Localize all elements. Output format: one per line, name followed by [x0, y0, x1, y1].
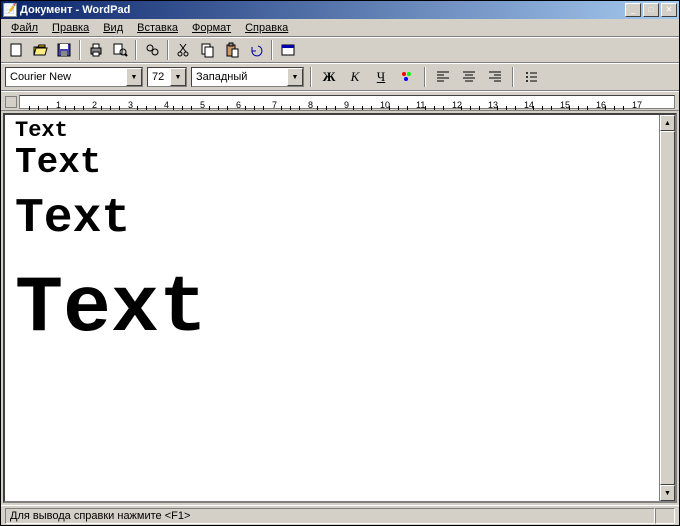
- vertical-scrollbar[interactable]: ▲ ▼: [659, 115, 675, 501]
- text-line-2[interactable]: Text: [15, 143, 649, 183]
- ruler[interactable]: 1234567891011121314151617: [1, 91, 679, 111]
- maximize-button[interactable]: □: [643, 3, 659, 17]
- scroll-down-button[interactable]: ▼: [660, 485, 675, 501]
- status-pane: [655, 508, 675, 524]
- align-center-button[interactable]: [458, 66, 480, 88]
- format-toolbar: Ж К Ч: [1, 63, 679, 91]
- print-preview-button[interactable]: [109, 39, 131, 61]
- menu-help[interactable]: Справка: [239, 21, 294, 35]
- new-button[interactable]: [5, 39, 27, 61]
- text-line-3[interactable]: Text: [15, 193, 649, 246]
- statusbar: Для вывода справки нажмите <F1>: [1, 505, 679, 525]
- menu-edit[interactable]: Правка: [46, 21, 95, 35]
- ruler-mark: 5: [200, 100, 205, 110]
- ruler-mark: 2: [92, 100, 97, 110]
- wordpad-window: Документ - WordPad _ □ ✕ Файл Правка Вид…: [0, 0, 680, 526]
- font-dropdown-button[interactable]: [126, 68, 142, 86]
- menubar: Файл Правка Вид Вставка Формат Справка: [1, 19, 679, 37]
- find-button[interactable]: [141, 39, 163, 61]
- titlebar: Документ - WordPad _ □ ✕: [1, 1, 679, 19]
- text-line-4[interactable]: Text: [15, 266, 649, 354]
- scroll-up-button[interactable]: ▲: [660, 115, 675, 131]
- separator: [512, 67, 514, 87]
- underline-button[interactable]: Ч: [370, 66, 392, 88]
- save-button[interactable]: [53, 39, 75, 61]
- separator: [424, 67, 426, 87]
- ruler-mark: 1: [56, 100, 61, 110]
- undo-button[interactable]: [245, 39, 267, 61]
- menu-view[interactable]: Вид: [97, 21, 129, 35]
- separator: [167, 40, 169, 60]
- separator: [79, 40, 81, 60]
- size-input[interactable]: [148, 68, 170, 86]
- workspace: Text Text Text Text ▲ ▼: [3, 113, 677, 503]
- separator: [271, 40, 273, 60]
- copy-button[interactable]: [197, 39, 219, 61]
- tab-selector[interactable]: [5, 96, 17, 108]
- ruler-track[interactable]: 1234567891011121314151617: [19, 95, 675, 109]
- print-button[interactable]: [85, 39, 107, 61]
- ruler-mark: 11: [416, 100, 425, 110]
- scroll-thumb[interactable]: [660, 131, 675, 485]
- color-button[interactable]: [396, 66, 418, 88]
- scroll-track[interactable]: [660, 131, 675, 485]
- document-area[interactable]: Text Text Text Text: [5, 115, 659, 501]
- ruler-mark: 4: [164, 100, 169, 110]
- paste-button[interactable]: [221, 39, 243, 61]
- bold-button[interactable]: Ж: [318, 66, 340, 88]
- italic-button[interactable]: К: [344, 66, 366, 88]
- script-combo[interactable]: [191, 67, 304, 87]
- font-input[interactable]: [6, 68, 126, 86]
- window-title: Документ - WordPad: [20, 4, 625, 16]
- standard-toolbar: [1, 37, 679, 63]
- size-combo[interactable]: [147, 67, 187, 87]
- ruler-mark: 17: [632, 100, 642, 110]
- separator: [310, 67, 312, 87]
- bullets-button[interactable]: [520, 66, 542, 88]
- script-dropdown-button[interactable]: [287, 68, 303, 86]
- minimize-button[interactable]: _: [625, 3, 641, 17]
- app-icon: [3, 3, 17, 17]
- align-right-button[interactable]: [484, 66, 506, 88]
- ruler-mark: 6: [236, 100, 241, 110]
- align-left-button[interactable]: [432, 66, 454, 88]
- cut-button[interactable]: [173, 39, 195, 61]
- menu-file[interactable]: Файл: [5, 21, 44, 35]
- ruler-mark: 9: [344, 100, 349, 110]
- ruler-mark: 3: [128, 100, 133, 110]
- font-combo[interactable]: [5, 67, 143, 87]
- ruler-mark: 8: [308, 100, 313, 110]
- datetime-button[interactable]: [277, 39, 299, 61]
- menu-format[interactable]: Формат: [186, 21, 237, 35]
- menu-insert[interactable]: Вставка: [131, 21, 184, 35]
- script-input[interactable]: [192, 68, 287, 86]
- status-text: Для вывода справки нажмите <F1>: [5, 508, 655, 524]
- size-dropdown-button[interactable]: [170, 68, 186, 86]
- close-button[interactable]: ✕: [661, 3, 677, 17]
- separator: [135, 40, 137, 60]
- open-button[interactable]: [29, 39, 51, 61]
- ruler-mark: 7: [272, 100, 277, 110]
- text-line-1[interactable]: Text: [15, 119, 649, 143]
